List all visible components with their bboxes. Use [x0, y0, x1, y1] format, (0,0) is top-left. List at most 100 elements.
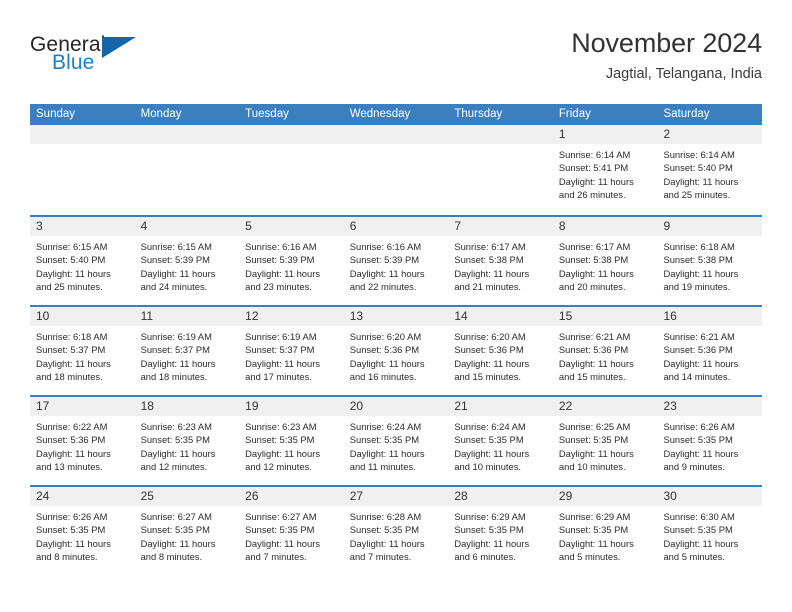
daylight-text-line2: and 15 minutes.: [454, 371, 522, 383]
calendar-grid: Sunday Monday Tuesday Wednesday Thursday Frid…: [30, 104, 763, 575]
calendar-week-row: 1 Sunrise: 6:14 AM Sunset: 5:41 PM Daylight…: [30, 125, 763, 215]
day-details: Sunrise: 6:28 AM Sunset: 5:35 PM Daylight:…: [344, 506, 449, 564]
daylight-text-line1: Daylight: 11 hours: [36, 447, 111, 459]
day-cell[interactable]: 2 Sunrise: 6:14 AM Sunset: 5:40 PM Daylight…: [657, 125, 763, 215]
day-cell[interactable]: 28 Sunrise: 6:29 AM Sunset: 5:35 PM Dayligh…: [448, 487, 553, 575]
day-cell[interactable]: 7 Sunrise: 6:17 AM Sunset: 5:38 PM Daylight…: [448, 217, 553, 305]
daylight-text-line2: and 17 minutes.: [245, 371, 312, 383]
day-number: [343, 125, 449, 144]
day-cell[interactable]: 12 Sunrise: 6:19 AM Sunset: 5:37 PM Dayligh…: [239, 307, 344, 395]
daylight-text-line2: and 12 minutes.: [245, 461, 312, 473]
daylight-text-line2: and 7 minutes.: [245, 551, 307, 563]
day-cell-empty: [343, 125, 449, 215]
day-cell[interactable]: 18 Sunrise: 6:23 AM Sunset: 5:35 PM Dayligh…: [134, 397, 240, 485]
weekday-header-row: Sunday Monday Tuesday Wednesday Thursday Frid…: [30, 104, 762, 125]
day-cell[interactable]: 11 Sunrise: 6:19 AM Sunset: 5:37 PM Dayligh…: [134, 307, 240, 395]
day-number: 26: [239, 487, 344, 506]
day-number: [30, 125, 135, 144]
day-number: 27: [343, 487, 449, 506]
day-cell[interactable]: 5 Sunrise: 6:16 AM Sunset: 5:39 PM Daylight…: [239, 217, 344, 305]
weekday-header-tuesday: Tuesday: [245, 108, 289, 120]
sunrise-text: Sunrise: 6:17 AM: [454, 241, 526, 252]
sunset-text: Sunset: 5:39 PM: [140, 254, 210, 266]
day-cell-empty: [30, 125, 135, 215]
day-cell[interactable]: 6 Sunrise: 6:16 AM Sunset: 5:39 PM Daylight…: [343, 217, 449, 305]
daylight-text-line1: Daylight: 11 hours: [140, 357, 216, 369]
sunrise-text: Sunrise: 6:19 AM: [140, 331, 212, 342]
day-details: Sunrise: 6:29 AM Sunset: 5:35 PM Daylight:…: [553, 506, 658, 564]
sunset-text: Sunset: 5:41 PM: [558, 162, 629, 174]
general-blue-logo[interactable]: General Blue: [30, 28, 150, 73]
sunset-text: Sunset: 5:37 PM: [245, 344, 315, 356]
day-details: Sunrise: 6:18 AM Sunset: 5:38 PM Daylight:…: [657, 236, 762, 294]
daylight-text-line1: Daylight: 11 hours: [454, 267, 530, 279]
daylight-text-line2: and 6 minutes.: [454, 551, 516, 563]
daylight-text-line1: Daylight: 11 hours: [454, 447, 530, 459]
day-cell[interactable]: 17 Sunrise: 6:22 AM Sunset: 5:36 PM Dayligh…: [30, 397, 135, 485]
day-cell[interactable]: 19 Sunrise: 6:23 AM Sunset: 5:35 PM Dayligh…: [239, 397, 344, 485]
day-cell[interactable]: 15 Sunrise: 6:21 AM Sunset: 5:36 PM Dayligh…: [552, 307, 658, 395]
sunset-text: Sunset: 5:37 PM: [140, 344, 210, 356]
sunset-text: Sunset: 5:37 PM: [36, 344, 106, 356]
day-details: Sunrise: 6:30 AM Sunset: 5:35 PM Daylight:…: [657, 506, 762, 564]
day-cell[interactable]: 23 Sunrise: 6:26 AM Sunset: 5:35 PM Dayligh…: [657, 397, 763, 485]
day-cell[interactable]: 20 Sunrise: 6:24 AM Sunset: 5:35 PM Dayligh…: [343, 397, 449, 485]
daylight-text-line1: Daylight: 11 hours: [663, 175, 739, 187]
day-number: 20: [343, 397, 449, 416]
sunrise-text: Sunrise: 6:23 AM: [140, 421, 212, 432]
day-number: 18: [134, 397, 240, 416]
sunrise-text: Sunrise: 6:19 AM: [245, 331, 317, 342]
day-cell[interactable]: 14 Sunrise: 6:20 AM Sunset: 5:36 PM Dayligh…: [448, 307, 553, 395]
day-details: Sunrise: 6:24 AM Sunset: 5:35 PM Daylight:…: [344, 416, 449, 474]
day-cell[interactable]: 9 Sunrise: 6:18 AM Sunset: 5:38 PM Daylight…: [657, 217, 763, 305]
sunrise-text: Sunrise: 6:27 AM: [140, 511, 212, 522]
calendar-page: General Blue November 2024 Jagtial, Tela…: [0, 0, 792, 612]
day-number: [134, 125, 240, 144]
day-cell[interactable]: 16 Sunrise: 6:21 AM Sunset: 5:36 PM Dayligh…: [657, 307, 763, 395]
sunset-text: Sunset: 5:35 PM: [349, 434, 420, 446]
sunset-text: Sunset: 5:39 PM: [349, 254, 420, 266]
day-cell[interactable]: 22 Sunrise: 6:25 AM Sunset: 5:35 PM Dayligh…: [552, 397, 658, 485]
day-cell[interactable]: 3 Sunrise: 6:15 AM Sunset: 5:40 PM Daylight…: [30, 217, 135, 305]
daylight-text-line1: Daylight: 11 hours: [454, 537, 530, 549]
sunrise-text: Sunrise: 6:27 AM: [245, 511, 317, 522]
day-number: 1: [552, 125, 658, 144]
sunrise-text: Sunrise: 6:16 AM: [349, 241, 422, 252]
day-cell[interactable]: 30 Sunrise: 6:30 AM Sunset: 5:35 PM Dayligh…: [657, 487, 763, 575]
day-cell[interactable]: 26 Sunrise: 6:27 AM Sunset: 5:35 PM Dayligh…: [239, 487, 344, 575]
day-cell[interactable]: 8 Sunrise: 6:17 AM Sunset: 5:38 PM Daylight…: [552, 217, 658, 305]
daylight-text-line2: and 14 minutes.: [663, 371, 731, 383]
day-details: Sunrise: 6:25 AM Sunset: 5:35 PM Daylight:…: [553, 416, 658, 474]
day-cell[interactable]: 25 Sunrise: 6:27 AM Sunset: 5:35 PM Dayligh…: [134, 487, 240, 575]
daylight-text-line1: Daylight: 11 hours: [349, 357, 425, 369]
day-number: 16: [657, 307, 763, 326]
day-details: Sunrise: 6:21 AM Sunset: 5:36 PM Daylight:…: [553, 326, 658, 384]
day-cell-empty: [134, 125, 240, 215]
daylight-text-line1: Daylight: 11 hours: [454, 357, 530, 369]
day-number: 23: [657, 397, 763, 416]
weekday-header-sunday: Sunday: [36, 108, 76, 120]
daylight-text-line2: and 19 minutes.: [663, 281, 731, 293]
day-cell[interactable]: 13 Sunrise: 6:20 AM Sunset: 5:36 PM Dayligh…: [343, 307, 449, 395]
weekday-header-monday: Monday: [140, 108, 182, 120]
day-cell[interactable]: 24 Sunrise: 6:26 AM Sunset: 5:35 PM Dayligh…: [30, 487, 135, 575]
weekday-header-friday: Friday: [558, 108, 591, 120]
day-details: Sunrise: 6:29 AM Sunset: 5:35 PM Daylight:…: [448, 506, 553, 564]
daylight-text-line1: Daylight: 11 hours: [663, 357, 739, 369]
page-title: November 2024: [571, 28, 762, 58]
day-cell[interactable]: 4 Sunrise: 6:15 AM Sunset: 5:39 PM Daylight…: [134, 217, 240, 305]
day-details: Sunrise: 6:18 AM Sunset: 5:37 PM Daylight:…: [30, 326, 135, 384]
day-cell[interactable]: 27 Sunrise: 6:28 AM Sunset: 5:35 PM Dayligh…: [343, 487, 449, 575]
sunrise-text: Sunrise: 6:21 AM: [663, 331, 735, 342]
day-number: 5: [239, 217, 344, 236]
page-subtitle: Jagtial, Telangana, India: [605, 66, 762, 83]
day-cell[interactable]: 10 Sunrise: 6:18 AM Sunset: 5:37 PM Dayligh…: [30, 307, 135, 395]
day-cell[interactable]: 21 Sunrise: 6:24 AM Sunset: 5:35 PM Dayligh…: [448, 397, 553, 485]
sunset-text: Sunset: 5:35 PM: [558, 434, 629, 446]
day-cell[interactable]: 1 Sunrise: 6:14 AM Sunset: 5:41 PM Daylight…: [552, 125, 658, 215]
sunset-text: Sunset: 5:36 PM: [558, 344, 629, 356]
sunset-text: Sunset: 5:35 PM: [558, 524, 629, 536]
calendar-week-row: 10 Sunrise: 6:18 AM Sunset: 5:37 PM Dayligh…: [30, 305, 763, 395]
daylight-text-line1: Daylight: 11 hours: [558, 447, 634, 459]
day-cell[interactable]: 29 Sunrise: 6:29 AM Sunset: 5:35 PM Dayligh…: [552, 487, 658, 575]
